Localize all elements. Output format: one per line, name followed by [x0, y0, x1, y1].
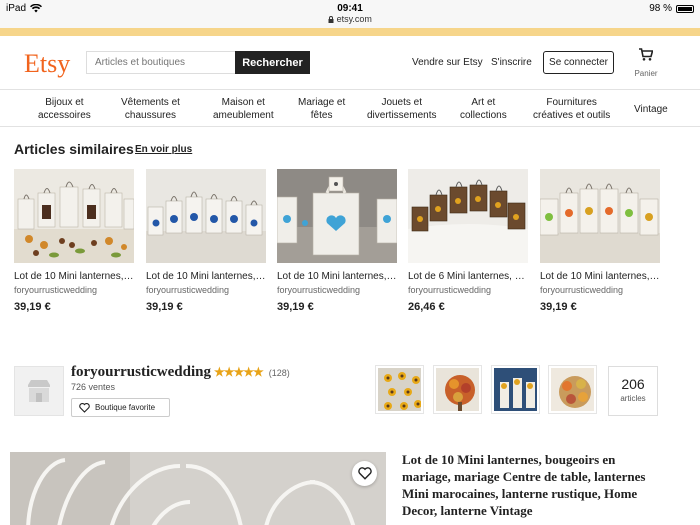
battery-icon [676, 4, 694, 13]
shop-placeholder-icon [28, 380, 50, 402]
product-price: 26,46 € [408, 301, 445, 313]
etsy-logo[interactable]: Etsy [24, 49, 70, 79]
shop-item-thumbnail[interactable] [492, 366, 539, 413]
shop-name[interactable]: foryourrusticwedding [71, 364, 211, 381]
favorite-listing-button[interactable] [352, 461, 377, 486]
shop-item-thumbnail[interactable] [434, 366, 481, 413]
register-link[interactable]: S'inscrire [491, 57, 532, 68]
product-card[interactable]: Lot de 6 Mini lanternes, b... foryourrus… [408, 169, 528, 313]
product-price: 39,19 € [146, 301, 183, 313]
product-title[interactable]: Lot de 10 Mini lanternes, ... [146, 271, 266, 282]
product-card[interactable]: Lot de 10 Mini lanternes, ... foryourrus… [540, 169, 660, 313]
shop-item-thumbnail[interactable] [549, 366, 596, 413]
status-bar: iPad 09:41 etsy.com 98 % [0, 0, 700, 28]
notice-banner [0, 28, 700, 36]
product-title[interactable]: Lot de 10 Mini lanternes, ... [540, 271, 660, 282]
login-button[interactable]: Se connecter [543, 51, 614, 74]
shop-item-thumbnail[interactable] [376, 366, 423, 413]
sales-count: 726 ventes [71, 382, 116, 392]
see-more-link[interactable]: En voir plus [135, 144, 192, 155]
listing-main-image[interactable] [10, 452, 386, 525]
listing-title: Lot de 10 Mini lanternes, bougeoirs en m… [402, 452, 646, 518]
items-count-label: articles [620, 394, 646, 403]
cart-label: Panier [634, 69, 658, 78]
similar-items-title: Articles similaires [14, 141, 134, 157]
battery-percent: 98 % [649, 3, 672, 14]
category-item[interactable]: Fournitures créatives et outils [533, 96, 610, 122]
category-item[interactable]: Jouets et divertissements [367, 96, 436, 122]
product-shop[interactable]: foryourrusticwedding [540, 285, 660, 295]
product-title[interactable]: Lot de 10 Mini lanternes, ... [277, 271, 397, 282]
product-shop[interactable]: foryourrusticwedding [146, 285, 266, 295]
review-count[interactable]: (128) [269, 368, 290, 378]
product-image[interactable] [277, 169, 397, 263]
product-price: 39,19 € [14, 301, 51, 313]
sell-link[interactable]: Vendre sur Etsy [412, 57, 483, 68]
search-form: Rechercher [86, 51, 310, 74]
url-bar[interactable]: etsy.com [0, 14, 700, 24]
url-text: etsy.com [336, 14, 372, 24]
product-image[interactable] [14, 169, 134, 263]
category-nav: Bijoux et accessoires Vêtements et chaus… [0, 89, 700, 127]
items-count-number: 206 [621, 376, 645, 392]
favorite-shop-button[interactable]: Boutique favorite [71, 398, 170, 417]
shop-name-row: foryourrusticwedding ★★★★★ (128) [71, 364, 290, 381]
status-right: 98 % [649, 3, 694, 14]
heart-icon [79, 402, 90, 413]
clock: 09:41 [337, 3, 363, 14]
category-item[interactable]: Art et collections [460, 96, 507, 122]
product-image[interactable] [146, 169, 266, 263]
product-card[interactable]: Lot de 10 Mini lanternes, ... foryourrus… [146, 169, 266, 313]
favorite-shop-label: Boutique favorite [95, 403, 156, 412]
shop-items-count[interactable]: 206 articles [608, 366, 658, 416]
product-card[interactable]: Lot de 10 Mini lanternes, ... foryourrus… [277, 169, 397, 313]
category-item[interactable]: Vêtements et chaussures [121, 96, 180, 122]
product-image[interactable] [408, 169, 528, 263]
product-price: 39,19 € [540, 301, 577, 313]
site-header: Etsy Rechercher Vendre sur Etsy S'inscri… [0, 36, 700, 89]
category-item[interactable]: Maison et ameublement [213, 96, 274, 122]
rating-stars: ★★★★★ [214, 365, 264, 379]
product-shop[interactable]: foryourrusticwedding [408, 285, 528, 295]
product-price: 39,19 € [277, 301, 314, 313]
cart-icon [639, 48, 654, 61]
search-button[interactable]: Rechercher [235, 51, 310, 74]
category-item[interactable]: Mariage et fêtes [298, 96, 345, 122]
shop-avatar[interactable] [14, 366, 64, 416]
product-title[interactable]: Lot de 10 Mini lanternes, ... [14, 271, 134, 282]
heart-icon [357, 467, 372, 480]
search-input[interactable] [86, 51, 235, 74]
lock-icon [328, 16, 334, 23]
cart-button[interactable]: Panier [632, 48, 660, 78]
product-title[interactable]: Lot de 6 Mini lanternes, b... [408, 271, 528, 282]
product-shop[interactable]: foryourrusticwedding [14, 285, 134, 295]
category-item[interactable]: Vintage [634, 103, 668, 116]
product-shop[interactable]: foryourrusticwedding [277, 285, 397, 295]
category-item[interactable]: Bijoux et accessoires [38, 96, 91, 122]
product-image[interactable] [540, 169, 660, 263]
product-card[interactable]: Lot de 10 Mini lanternes, ... foryourrus… [14, 169, 134, 313]
